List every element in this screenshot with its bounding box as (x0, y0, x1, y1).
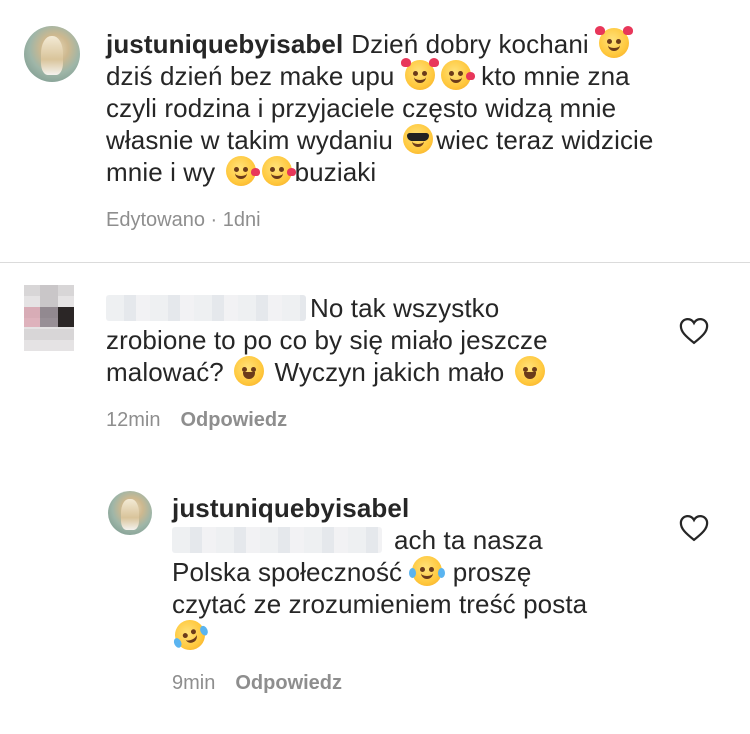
caption-avatar[interactable] (24, 26, 80, 82)
reply-username-text[interactable]: justuniquebyisabel (172, 493, 409, 523)
reply-reply-button[interactable]: Odpowiedz (235, 672, 342, 694)
caption-line-1: justuniquebyisabel Dzień dobry kochani (106, 26, 736, 60)
caption-username[interactable]: justuniquebyisabel (106, 29, 343, 59)
comment-text-3a: malować? (106, 357, 224, 387)
redacted-username (172, 527, 382, 553)
grinning-squinting-face-icon (514, 356, 545, 386)
comment-line-3: malować? Wyczyn jakich mało (106, 356, 666, 388)
reply-line-4 (170, 615, 662, 655)
reply-text-2b: proszę (452, 557, 532, 587)
divider (0, 262, 750, 263)
face-blowing-kiss-icon (225, 156, 260, 186)
smiling-face-with-hearts-icon (400, 58, 439, 90)
comment-meta: 12min Odpowiedz (106, 408, 287, 432)
face-with-tears-of-joy-icon (409, 556, 446, 586)
face-blowing-kiss-icon (261, 156, 296, 186)
heart-outline-icon[interactable] (679, 514, 709, 542)
smiling-face-with-sunglasses-icon (403, 124, 434, 154)
reply-time: 9min (172, 672, 216, 694)
comment-line-1: No tak wszystko (106, 292, 666, 324)
heart-outline-icon[interactable] (679, 317, 709, 345)
redacted-username (106, 295, 306, 321)
caption-text-2b: kto mnie zna (481, 61, 630, 91)
face-blowing-kiss-icon (440, 60, 475, 90)
comment-text: No tak wszystko zrobione to po co by się… (106, 292, 666, 388)
grinning-squinting-face-icon (234, 356, 265, 386)
comment-line-2: zrobione to po co by się miało jeszcze (106, 325, 548, 355)
caption-text-5b: buziaki (294, 157, 377, 187)
caption-line-5: mnie i wy buziaki (106, 156, 736, 188)
caption-text-4b: wiec teraz widzicie (436, 125, 654, 155)
comment-time: 12min (106, 409, 161, 431)
caption-text-1: Dzień dobry kochani (351, 29, 589, 59)
reply-line-2: Polska społeczność proszę (172, 556, 662, 588)
reply-text: justuniquebyisabel ach ta nasza Polska s… (170, 492, 662, 655)
caption-text-4a: własnie w takim wydaniu (106, 125, 393, 155)
commenter-avatar[interactable] (24, 285, 74, 351)
caption-text: justuniquebyisabel Dzień dobry kochani dz… (106, 26, 736, 188)
comment-text-1: No tak wszystko (310, 293, 500, 323)
caption-meta: Edytowano · 1dni (106, 209, 261, 231)
reply-username[interactable]: justuniquebyisabel (172, 492, 662, 524)
caption-line-4: własnie w takim wydaniu wiec teraz widzi… (106, 124, 736, 156)
reply-meta: 9min Odpowiedz (172, 671, 342, 695)
rolling-on-the-floor-laughing-icon (170, 615, 210, 655)
caption-line-2: dziś dzień bez make upu kto mnie zna (106, 58, 736, 92)
caption-text-2a: dziś dzień bez make upu (106, 61, 395, 91)
reply-line-3: czytać ze zrozumieniem treść posta (172, 589, 588, 619)
comment-reply-button[interactable]: Odpowiedz (180, 409, 287, 431)
reply-text-2a: Polska społeczność (172, 557, 403, 587)
caption-text-5a: mnie i wy (106, 157, 216, 187)
smiling-face-with-hearts-icon (595, 26, 634, 58)
comment-text-3b: Wyczyn jakich mało (274, 357, 505, 387)
reply-text-1: ach ta nasza (394, 525, 543, 555)
caption-line-3: czyli rodzina i przyjaciele często widzą… (106, 93, 617, 123)
reply-avatar[interactable] (108, 491, 152, 535)
reply-line-1: ach ta nasza (172, 524, 662, 556)
